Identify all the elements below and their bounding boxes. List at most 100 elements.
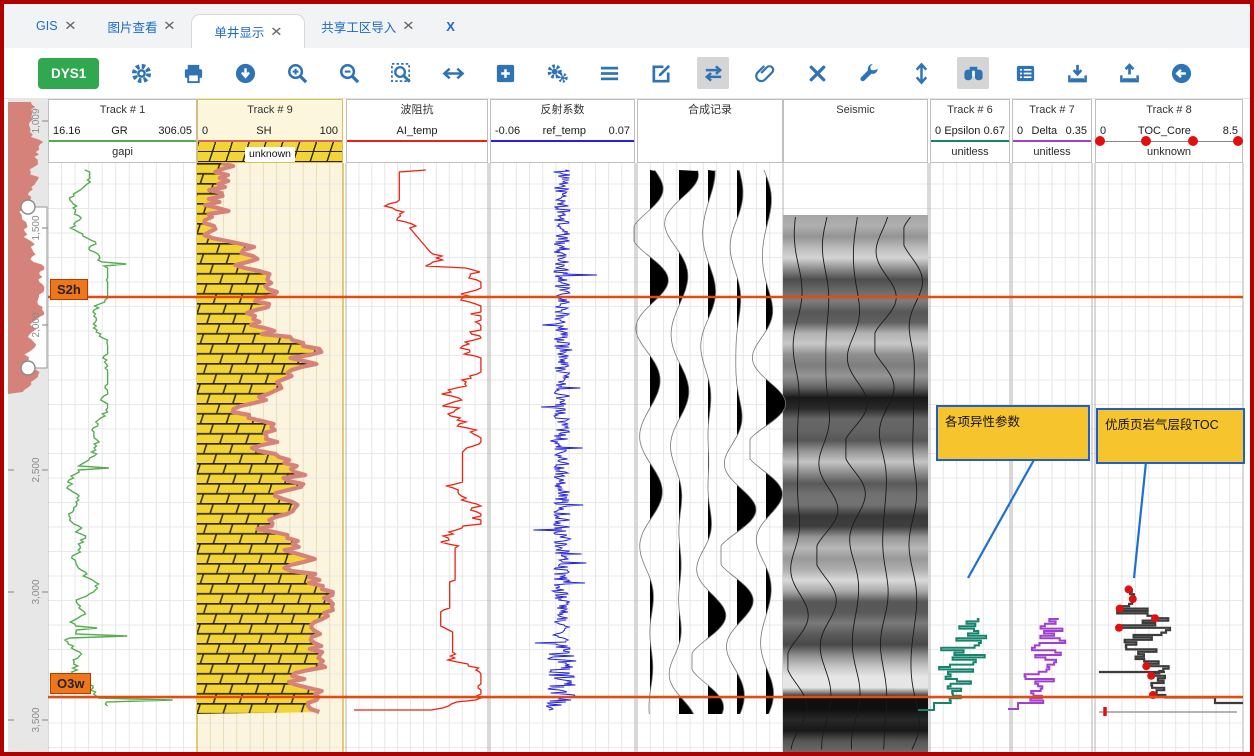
curve-legend-line [491,140,634,142]
zoom-in-button[interactable] [281,57,313,89]
tab-label: X [446,19,455,34]
track-headers: Track # 1 16.16 GR 306.05gapiTrack # 9 0… [4,98,1250,164]
tab-1[interactable]: 图片查看 ✕ [91,4,191,48]
tools-button[interactable] [853,57,885,89]
track-title: Track # 7 [1013,100,1091,120]
scale-max: 306.05 [158,125,192,137]
track-settings-button[interactable] [541,57,573,89]
curve-name: TOC_Core [1106,125,1223,137]
track-header-seis[interactable]: Seismic [783,99,928,163]
search-view-button[interactable] [957,57,989,89]
curve-legend-line [347,140,487,142]
track-unit: unknown [1096,142,1242,162]
scale-min: 16.16 [53,125,81,137]
track-title: Seismic [784,100,927,120]
back-button[interactable] [1165,57,1197,89]
horizon-label-o3w[interactable]: O3w [50,673,91,694]
track-header-t7[interactable]: Track # 7 0 Delta 0.35unitless [1012,99,1092,163]
scale-max: 0.67 [984,125,1005,137]
synthetic-trace [737,170,756,714]
track-scale-row: 0 SH 100 [198,120,342,142]
rail-depth-label: 2,500 [31,457,42,482]
tab-label: 图片查看 [107,17,157,36]
rail-handle-bottom[interactable] [21,361,35,375]
tab-3[interactable]: 共享工区导入 ✕ [305,4,430,48]
scale-max: 100 [320,125,338,137]
track-header-synth[interactable]: 合成记录 [637,99,783,163]
track-unit: unitless [1013,142,1091,162]
tab-close-icon[interactable]: ✕ [64,18,77,34]
rail-depth-label: 1,009 [31,108,42,133]
depth-rail-overview[interactable]: 1,0091,5002,0002,5003,0003,500 [8,98,48,752]
settings-button[interactable] [125,57,157,89]
menu-button[interactable] [593,57,625,89]
tray-down-icon [1066,62,1089,85]
gears-icon [546,62,569,85]
scale-max: 0.07 [609,125,630,137]
edit-icon [650,62,673,85]
add-track-button[interactable] [489,57,521,89]
tab-0[interactable]: GIS ✕ [20,4,91,48]
curve-name: SH [208,125,320,137]
tab-bar: GIS✕图片查看✕单井显示✕共享工区导入✕X [4,4,1250,48]
horizon-label-s2h[interactable]: S2h [50,279,88,300]
curve-name: AI_temp [351,125,483,137]
synthetic-trace [679,170,698,714]
tab-close-icon[interactable]: ✕ [402,18,415,34]
tab-close-icon[interactable]: ✕ [164,18,177,34]
swap-icon [702,62,725,85]
paperclip-icon [754,62,777,85]
synthetic-trace [650,170,668,714]
down-circle-icon [234,62,257,85]
swap-compare-button[interactable] [697,57,729,89]
track-header-ai[interactable]: 波阻抗 AI_temp [346,99,488,163]
rail-handle-top[interactable] [21,200,35,214]
track-scale-row: 16.16 GR 306.05 [49,120,196,142]
edit-button[interactable] [645,57,677,89]
wrench-icon [858,62,881,85]
seismic-image [783,215,928,752]
annotation-anisotropy[interactable]: 各项异性参数 [936,405,1090,461]
zoom-out-button[interactable] [333,57,365,89]
attach-button[interactable] [749,57,781,89]
track-scale-row: 0 Epsilon 0.67 [931,120,1009,142]
track-title: 反射系数 [491,100,634,120]
rail-depth-label: 1,500 [31,215,42,240]
track-header-refl[interactable]: 反射系数 -0.06 ref_temp 0.07 [490,99,635,163]
tab-label: 共享工区导入 [321,17,396,36]
track-title: 合成记录 [638,100,782,120]
zoom-region-button[interactable] [385,57,417,89]
lithology-strip: unknown [198,142,342,162]
track-title: 波阻抗 [347,100,487,120]
track-unit: gapi [49,142,196,162]
print-button[interactable] [177,57,209,89]
fit-width-button[interactable] [437,57,469,89]
import-button[interactable] [1061,57,1093,89]
arrows-h-icon [442,62,465,85]
close-tool-button[interactable] [801,57,833,89]
export-button[interactable] [1113,57,1145,89]
track-title: Track # 8 [1096,100,1242,120]
tab-2[interactable]: 单井显示✕ [191,14,305,48]
zoom-in-icon [286,62,309,85]
annotation-toc[interactable]: 优质页岩气层段TOC [1096,408,1245,464]
track-unit: unitless [931,142,1009,162]
track-header-t6[interactable]: Track # 6 0 Epsilon 0.67unitless [930,99,1010,163]
fit-height-button[interactable] [905,57,937,89]
download-circle-button[interactable] [229,57,261,89]
tab-4[interactable]: X [430,4,471,48]
track-header-t9[interactable]: Track # 9 0 SH 100 unknown [197,99,343,163]
track-header-t1[interactable]: Track # 1 16.16 GR 306.05gapi [48,99,197,163]
curve-name: Delta [1023,125,1065,137]
binoculars-icon [962,62,985,85]
track-title: Track # 1 [49,100,196,120]
plus-square-icon [494,62,517,85]
close-icon [806,62,829,85]
rail-depth-label: 2,000 [31,312,42,337]
arrows-v-icon [910,62,933,85]
track-header-t8[interactable]: Track # 8 0 TOC_Core 8.5 unknown [1095,99,1243,163]
tab-label: GIS [36,19,58,33]
tab-close-icon[interactable]: ✕ [271,24,284,40]
list-view-button[interactable] [1009,57,1041,89]
well-name-button[interactable]: DYS1 [38,58,99,89]
